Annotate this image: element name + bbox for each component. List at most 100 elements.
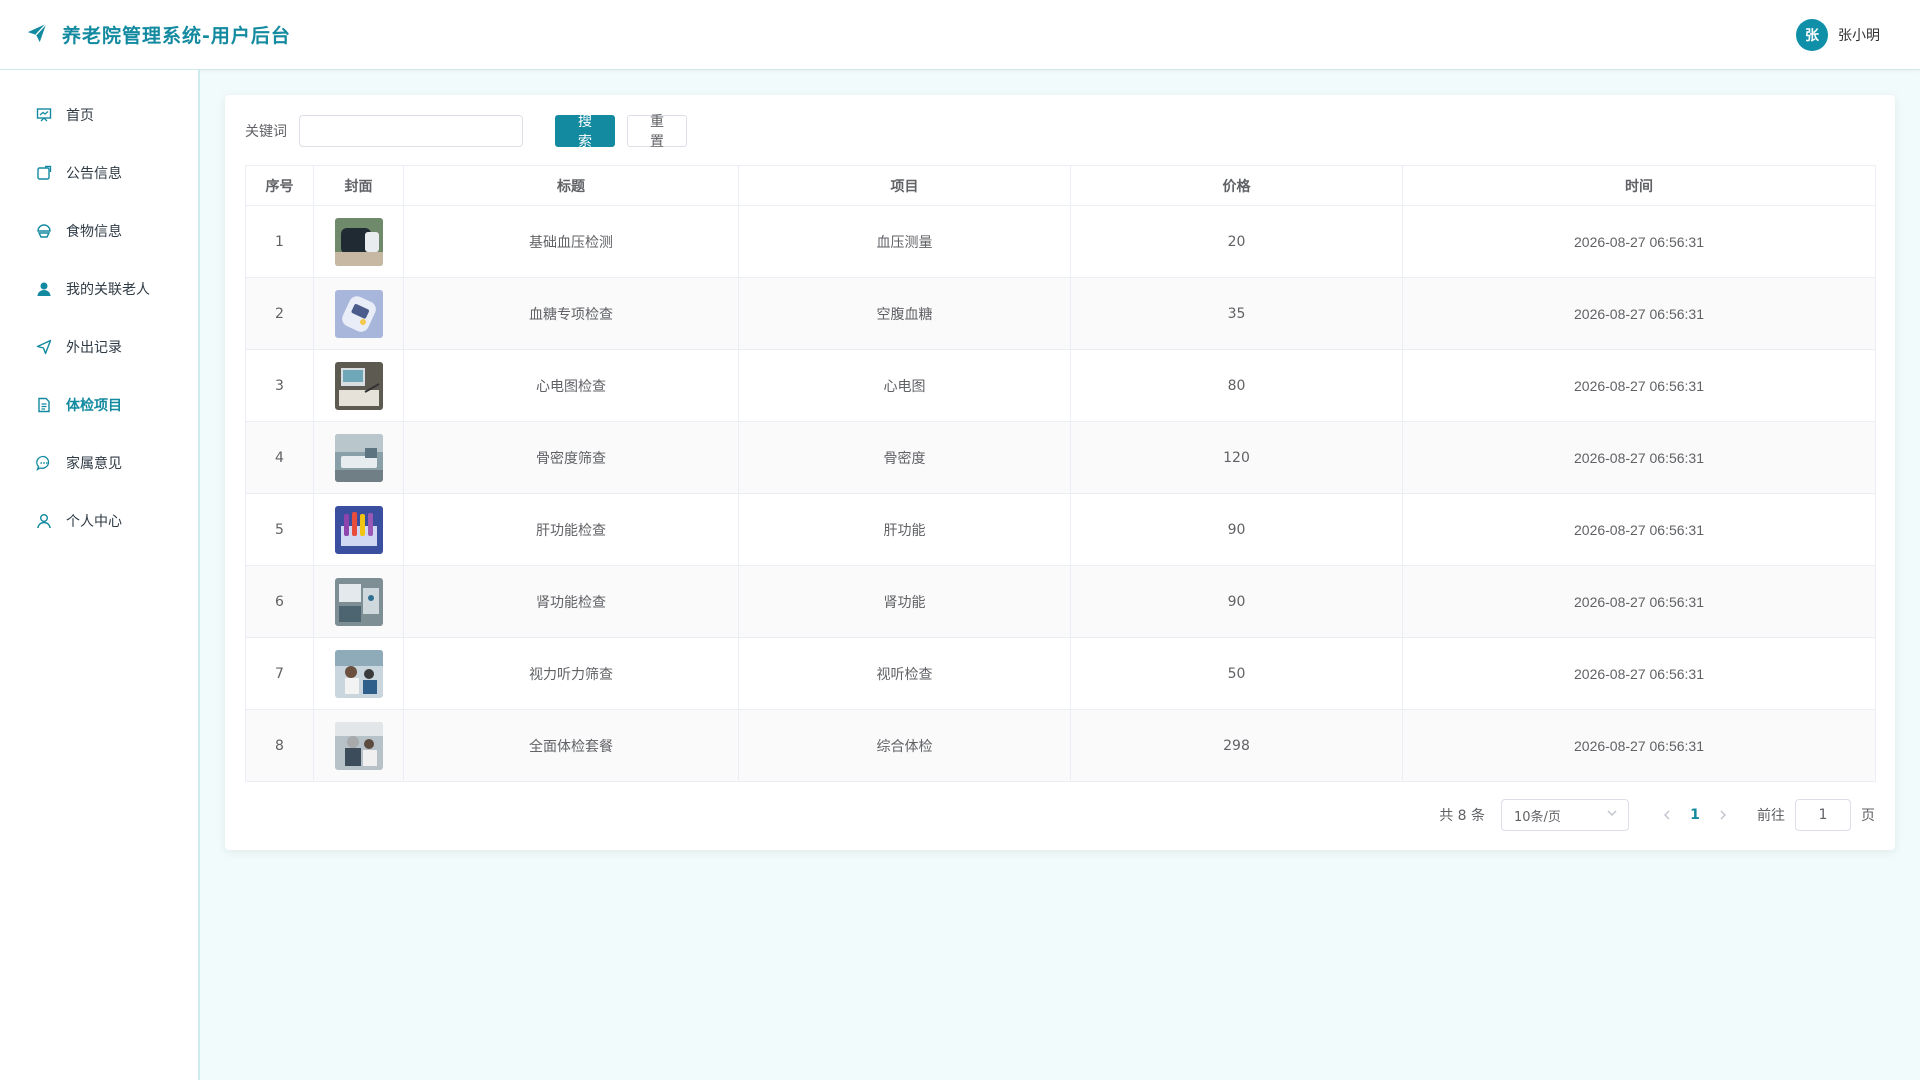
column-header-item[interactable]: 项目	[738, 165, 1071, 206]
cell-cover	[313, 421, 404, 494]
sidebar-item-elders[interactable]: 我的关联老人	[0, 260, 198, 318]
glucose-meter-photo[interactable]	[334, 289, 383, 338]
sidebar-item-label: 食物信息	[66, 224, 122, 240]
reset-button[interactable]: 重置	[627, 114, 687, 150]
user-name[interactable]: 张小明	[1838, 25, 1880, 45]
sidebar-item-food[interactable]: 食物信息	[0, 202, 198, 260]
kidney-test-photo[interactable]	[334, 577, 383, 626]
table-row[interactable]: 4 骨密度筛查 骨密度 120 2026-08-27 06:56:31	[245, 421, 1876, 494]
cell-cover	[313, 565, 404, 638]
next-page-button[interactable]	[1711, 801, 1735, 829]
cell-title: 心电图检查	[403, 349, 739, 422]
cell-cover	[313, 205, 404, 278]
sidebar-item-notice[interactable]: 公告信息	[0, 144, 198, 202]
table-row[interactable]: 6 肾功能检查 肾功能 90 2026-08-27 06:56:31	[245, 565, 1876, 638]
app-title: 养老院管理系统-用户后台	[62, 25, 291, 47]
sidebar-item-profile[interactable]: 个人中心	[0, 492, 198, 550]
send-icon	[36, 339, 52, 355]
cell-item: 空腹血糖	[738, 277, 1071, 350]
prev-page-button[interactable]	[1655, 801, 1679, 829]
sidebar-item-home[interactable]: 首页	[0, 86, 198, 144]
table-row[interactable]: 3 心电图检查 心电图 80 2026-08-27 06:56:31	[245, 349, 1876, 422]
column-header-title[interactable]: 标题	[403, 165, 739, 206]
cell-cover	[313, 493, 404, 566]
cell-time: 2026-08-27 06:56:31	[1402, 349, 1876, 422]
sidebar-item-label: 我的关联老人	[66, 282, 150, 298]
user-outline-icon	[36, 513, 52, 529]
goto-label: 前往	[1757, 808, 1785, 824]
avatar[interactable]: 张	[1796, 18, 1828, 51]
sidebar: 首页 公告信息 食物信息 我的关联老人 外出记录 体检项目 家属意见 个人中心	[0, 70, 200, 1080]
goto-page-input[interactable]	[1795, 799, 1851, 831]
page-number-current[interactable]: 1	[1679, 801, 1711, 829]
cell-cover	[313, 709, 404, 782]
full-checkup-photo[interactable]	[334, 721, 383, 770]
sidebar-item-checkup[interactable]: 体检项目	[0, 376, 198, 434]
cell-cover	[313, 637, 404, 710]
notice-icon	[36, 165, 52, 181]
cell-title: 肝功能检查	[403, 493, 739, 566]
cell-item: 肾功能	[738, 565, 1071, 638]
cell-price: 90	[1070, 565, 1403, 638]
ecg-photo[interactable]	[334, 361, 383, 410]
cell-index: 5	[245, 493, 314, 566]
keyword-input[interactable]	[299, 115, 523, 147]
sidebar-item-outing[interactable]: 外出记录	[0, 318, 198, 376]
cell-price: 298	[1070, 709, 1403, 782]
cell-index: 1	[245, 205, 314, 278]
cell-index: 4	[245, 421, 314, 494]
app-header: 养老院管理系统-用户后台 张 张小明	[0, 0, 1920, 70]
cell-title: 基础血压检测	[403, 205, 739, 278]
table-row[interactable]: 1 基础血压检测 血压测量 20 2026-08-27 06:56:31	[245, 205, 1876, 278]
column-header-index[interactable]: 序号	[245, 165, 314, 206]
user-filled-icon	[36, 281, 52, 297]
table-row[interactable]: 5 肝功能检查 肝功能 90 2026-08-27 06:56:31	[245, 493, 1876, 566]
sidebar-item-label: 体检项目	[66, 398, 122, 414]
cell-time: 2026-08-27 06:56:31	[1402, 421, 1876, 494]
column-header-time[interactable]: 时间	[1402, 165, 1876, 206]
search-button[interactable]: 搜索	[555, 114, 615, 150]
table-header-row: 序号 封面 标题 项目 价格 时间	[245, 165, 1876, 206]
cell-price: 35	[1070, 277, 1403, 350]
keyword-label: 关键词	[245, 124, 287, 140]
sidebar-item-label: 家属意见	[66, 456, 122, 472]
search-bar: 关键词 搜索 重置	[245, 114, 1875, 150]
pagination-total: 共 8 条	[1439, 808, 1485, 824]
cell-item: 综合体检	[738, 709, 1071, 782]
cell-item: 心电图	[738, 349, 1071, 422]
blood-pressure-photo[interactable]	[334, 217, 383, 266]
vision-hearing-photo[interactable]	[334, 649, 383, 698]
cell-time: 2026-08-27 06:56:31	[1402, 493, 1876, 566]
cell-title: 视力听力筛查	[403, 637, 739, 710]
chevron-down-icon	[1606, 807, 1618, 823]
column-header-price[interactable]: 价格	[1070, 165, 1403, 206]
cell-time: 2026-08-27 06:56:31	[1402, 709, 1876, 782]
cell-item: 肝功能	[738, 493, 1071, 566]
cell-title: 骨密度筛查	[403, 421, 739, 494]
table-row[interactable]: 2 血糖专项检查 空腹血糖 35 2026-08-27 06:56:31	[245, 277, 1876, 350]
liver-test-photo[interactable]	[334, 505, 383, 554]
cell-time: 2026-08-27 06:56:31	[1402, 205, 1876, 278]
cell-index: 3	[245, 349, 314, 422]
cell-title: 血糖专项检查	[403, 277, 739, 350]
sidebar-item-feedback[interactable]: 家属意见	[0, 434, 198, 492]
cell-title: 肾功能检查	[403, 565, 739, 638]
sidebar-item-label: 个人中心	[66, 514, 122, 530]
cell-cover	[313, 277, 404, 350]
cell-time: 2026-08-27 06:56:31	[1402, 277, 1876, 350]
table-row[interactable]: 7 视力听力筛查 视听检查 50 2026-08-27 06:56:31	[245, 637, 1876, 710]
sidebar-item-label: 公告信息	[66, 166, 122, 182]
cell-time: 2026-08-27 06:56:31	[1402, 637, 1876, 710]
presentation-icon	[36, 107, 52, 123]
page-size-select[interactable]: 10条/页	[1501, 799, 1629, 831]
cell-time: 2026-08-27 06:56:31	[1402, 565, 1876, 638]
page-size-value: 10条/页	[1514, 809, 1561, 825]
cell-price: 90	[1070, 493, 1403, 566]
user-menu[interactable]: 张 张小明	[1796, 18, 1880, 51]
food-icon	[36, 223, 52, 239]
bone-density-photo[interactable]	[334, 433, 383, 482]
table-row[interactable]: 8 全面体检套餐 综合体检 298 2026-08-27 06:56:31	[245, 709, 1876, 782]
column-header-cover[interactable]: 封面	[313, 165, 404, 206]
cell-index: 8	[245, 709, 314, 782]
checkup-table: 序号 封面 标题 项目 价格 时间 1 基础血压检测 血压测量 20 2026-…	[245, 165, 1876, 782]
